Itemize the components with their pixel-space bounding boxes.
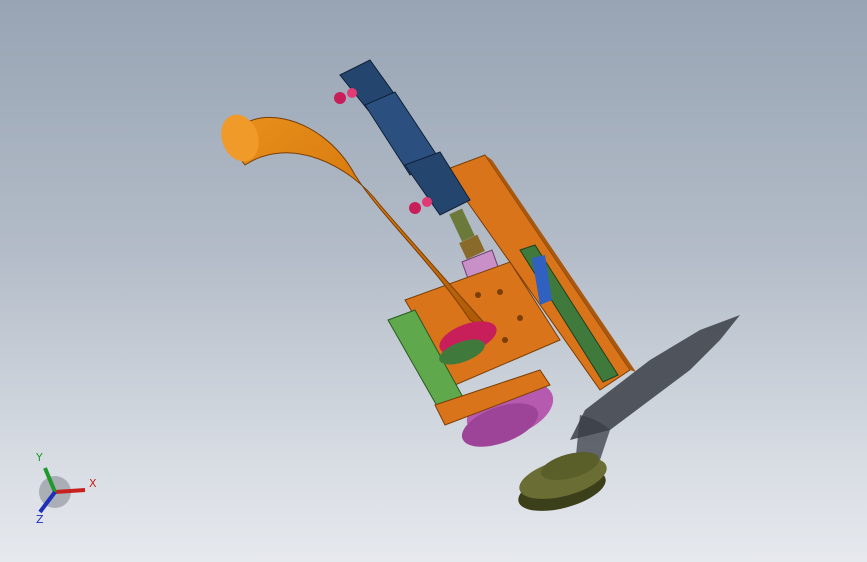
- bent-tube[interactable]: [215, 109, 501, 369]
- x-axis-label: X: [89, 477, 97, 490]
- z-axis-label: Z: [36, 513, 44, 526]
- x-axis-arrow: [54, 488, 86, 494]
- cylinder-actuator[interactable]: [339, 59, 485, 260]
- puck-part[interactable]: [514, 447, 611, 519]
- cad-viewport[interactable]: X Y Z: [0, 0, 867, 562]
- y-axis-label: Y: [35, 451, 43, 464]
- cad-model-scene[interactable]: X Y Z: [0, 0, 867, 562]
- coordinate-triad: X Y Z: [35, 451, 97, 526]
